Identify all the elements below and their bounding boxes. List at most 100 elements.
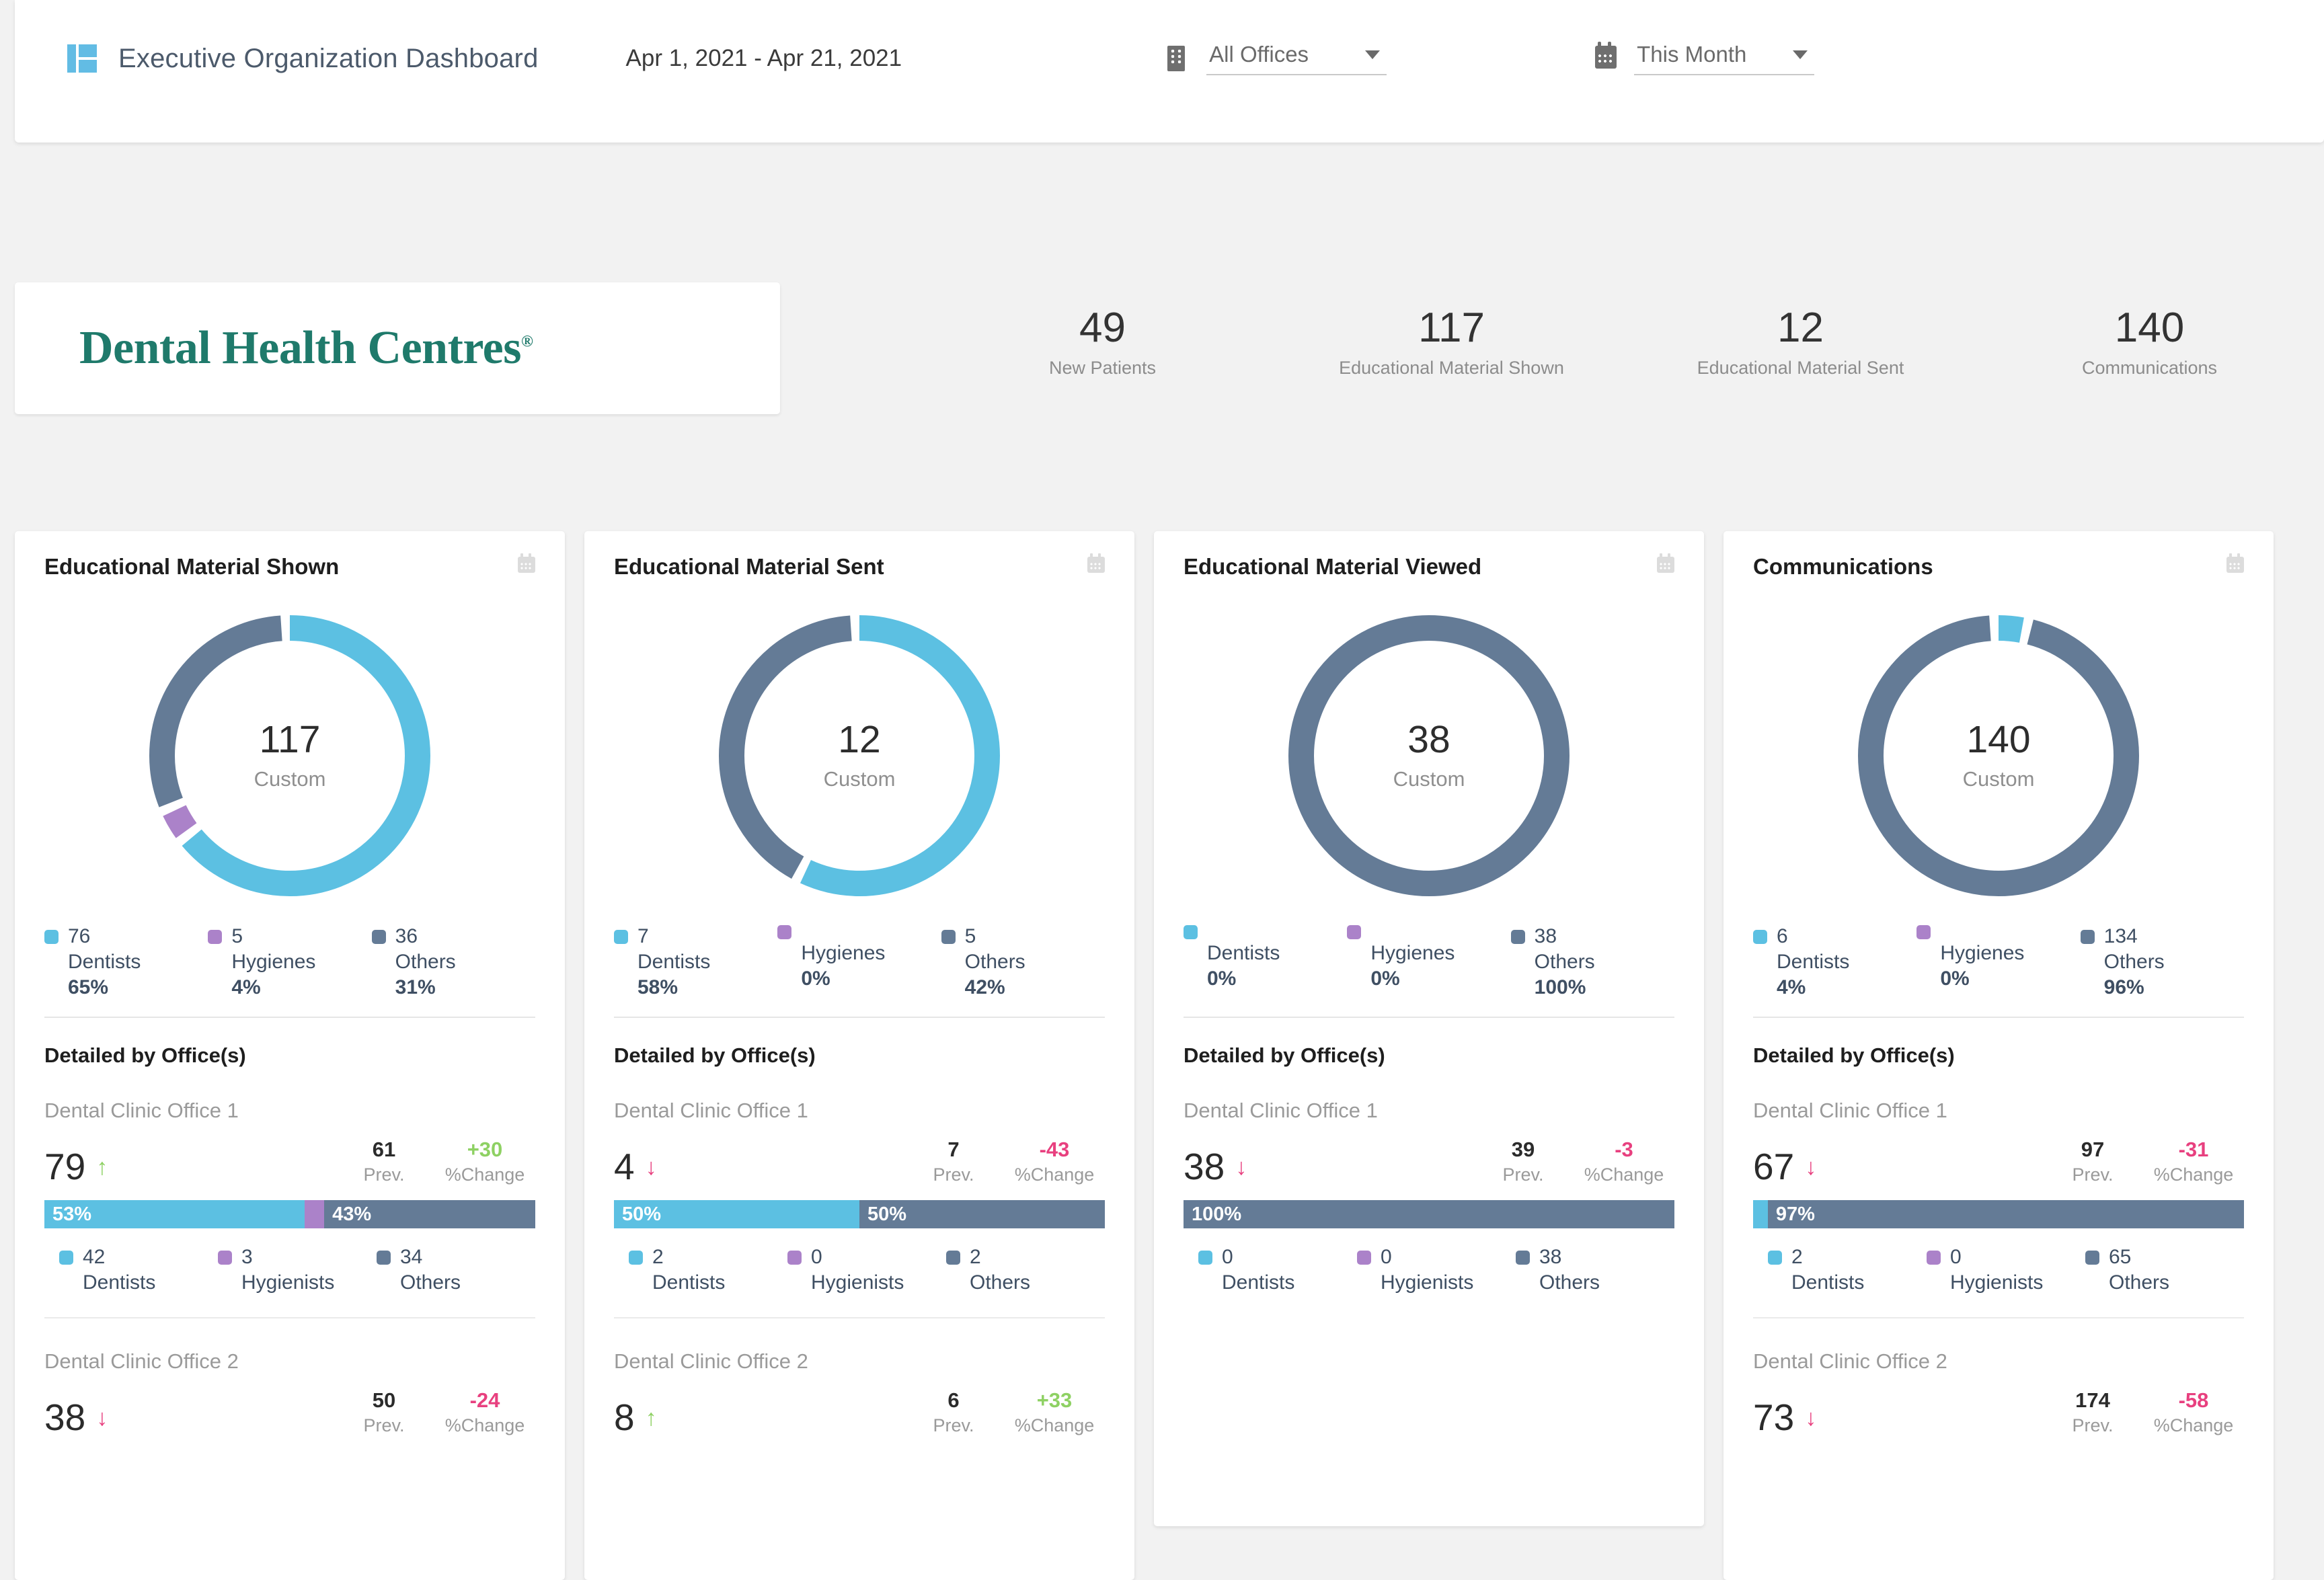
legend-swatch xyxy=(941,929,956,944)
legend-label: Dentists xyxy=(1222,1271,1295,1294)
kpi-label: Educational Material Sent xyxy=(1697,358,1904,379)
kpi-label: New Patients xyxy=(1048,358,1157,379)
metric-card: Communications 140 Custom 6 Dentists 4% Hygien… xyxy=(1723,531,2274,1580)
legend-label: Hygienists xyxy=(1950,1271,2044,1294)
card-header: Educational Material Sent xyxy=(614,553,1105,580)
legend-count: 42 xyxy=(83,1246,106,1268)
legend-swatch xyxy=(1510,929,1525,944)
divider xyxy=(44,1317,535,1318)
office-select[interactable]: All Offices xyxy=(1206,42,1387,75)
legend-count: 38 xyxy=(1539,1246,1562,1268)
period-select-value: This Month xyxy=(1637,42,1747,67)
office-prev-label: Prev. xyxy=(1502,1164,1544,1185)
legend-swatch xyxy=(777,925,792,939)
kpi-item: 12 Educational Material Sent xyxy=(1626,306,1975,379)
donut-chart: 140 Custom xyxy=(1753,604,2244,908)
office-name: Dental Clinic Office 2 xyxy=(1753,1349,1947,1373)
office-prev-label: Prev. xyxy=(933,1415,974,1435)
page-title: Executive Organization Dashboard xyxy=(118,43,539,73)
office-breakdown-bar: 100% xyxy=(1184,1200,1674,1228)
divider xyxy=(1184,1017,1674,1018)
detail-section-title: Detailed by Office(s) xyxy=(1184,1043,1385,1067)
legend-count: 0 xyxy=(1381,1246,1392,1268)
donut-total: 140 xyxy=(1966,717,2031,761)
office-legend-item: 2 Dentists xyxy=(629,1246,787,1294)
office-legend-item: 0 Dentists xyxy=(1198,1246,1357,1294)
office-block: Dental Clinic Office 1 4 ↓ 7 Prev. -43 %Change… xyxy=(614,1099,1105,1318)
legend-label: Others xyxy=(1534,951,1595,973)
legend-item: 36 Others 31% xyxy=(371,925,535,999)
brand-logo-card: Dental Health Centres® xyxy=(15,282,780,414)
office-block: Dental Clinic Office 2 73 ↓ 174 Prev. -58 %Cha… xyxy=(1753,1349,2244,1436)
card-header: Communications xyxy=(1753,553,2244,580)
legend-percent: 0% xyxy=(1370,967,1400,990)
legend-count: 2 xyxy=(1791,1246,1803,1268)
legend-label: Hygienes xyxy=(801,942,886,964)
office-block: Dental Clinic Office 1 38 ↓ 39 Prev. -3 %Chang… xyxy=(1184,1099,1674,1294)
trend-up-icon: ↑ xyxy=(96,1154,108,1180)
legend-swatch xyxy=(1916,925,1931,939)
period-filter[interactable]: This Month xyxy=(1595,42,1815,75)
donut-center-label: 12 Custom xyxy=(707,604,1011,908)
trend-down-icon: ↓ xyxy=(1235,1154,1247,1180)
bar-segment xyxy=(304,1200,325,1228)
donut-subtitle: Custom xyxy=(1962,766,2035,791)
period-select[interactable]: This Month xyxy=(1634,42,1815,75)
legend-label: Others xyxy=(395,951,456,973)
legend-item: 6 Dentists 4% xyxy=(1753,925,1916,999)
donut-total: 38 xyxy=(1407,717,1450,761)
office-change-label: %Change xyxy=(1584,1164,1664,1185)
office-prev-label: Prev. xyxy=(363,1164,405,1185)
legend-swatch xyxy=(1927,1250,1941,1265)
legend-item: Hygienes 0% xyxy=(1347,925,1510,999)
legend-swatch xyxy=(1347,925,1362,939)
trademark-symbol: ® xyxy=(521,333,533,351)
legend-percent: 4% xyxy=(1777,976,1806,998)
office-legend: 42 Dentists 3 Hygienists 34 Others xyxy=(44,1246,535,1294)
office-select-value: All Offices xyxy=(1209,42,1309,67)
legend-label: Others xyxy=(964,951,1025,973)
calendar-icon[interactable] xyxy=(1087,553,1105,573)
legend-percent: 0% xyxy=(801,967,830,990)
legend-item: 7 Dentists 58% xyxy=(614,925,777,999)
legend-count: 3 xyxy=(241,1246,253,1268)
office-breakdown-bar: 50% 50% xyxy=(614,1200,1105,1228)
legend-label: Others xyxy=(1539,1271,1600,1294)
donut-legend: Dentists 0% Hygienes 0% 38 Others 100% xyxy=(1184,925,1674,999)
office-value: 38 xyxy=(1184,1146,1225,1187)
donut-center-label: 38 Custom xyxy=(1277,604,1581,908)
trend-down-icon: ↓ xyxy=(96,1405,108,1431)
legend-count: 0 xyxy=(811,1246,822,1268)
donut-ring: 12 Custom xyxy=(707,604,1011,908)
legend-count: 7 xyxy=(637,925,649,947)
office-stats-row: 67 ↓ 97 Prev. -31 %Change xyxy=(1753,1138,2244,1185)
card-title: Educational Material Viewed xyxy=(1184,554,1482,579)
legend-count: 36 xyxy=(395,925,418,947)
office-stats-row: 79 ↑ 61 Prev. +30 %Change xyxy=(44,1138,535,1185)
calendar-icon[interactable] xyxy=(2226,553,2244,573)
calendar-icon[interactable] xyxy=(518,553,535,573)
legend-count: 5 xyxy=(231,925,243,947)
calendar-icon[interactable] xyxy=(1657,553,1674,573)
donut-ring: 140 Custom xyxy=(1847,604,2151,908)
legend-swatch xyxy=(1357,1250,1371,1265)
metric-cards-row: Educational Material Shown 117 Custom 76 Den… xyxy=(15,531,2324,1580)
legend-item: 5 Hygienes 4% xyxy=(208,925,371,999)
office-change-value: -31 xyxy=(2178,1138,2209,1161)
donut-ring: 117 Custom xyxy=(138,604,442,908)
office-legend-item: 42 Dentists xyxy=(59,1246,218,1294)
office-prev-value: 6 xyxy=(947,1388,960,1412)
office-name: Dental Clinic Office 1 xyxy=(1184,1099,1378,1122)
office-change-label: %Change xyxy=(444,1415,525,1435)
office-value: 73 xyxy=(1753,1396,1795,1438)
divider xyxy=(1753,1017,2244,1018)
office-value: 8 xyxy=(614,1396,635,1438)
bar-segment: 53% xyxy=(44,1200,305,1228)
legend-label: Dentists xyxy=(652,1271,726,1294)
office-filter[interactable]: All Offices xyxy=(1167,42,1387,75)
office-stats-row: 8 ↑ 6 Prev. +33 %Change xyxy=(614,1388,1105,1436)
legend-label: Hygienes xyxy=(1370,942,1455,964)
office-legend-item: 65 Others xyxy=(2085,1246,2244,1294)
legend-swatch xyxy=(1198,1250,1212,1265)
card-title: Communications xyxy=(1753,554,1933,579)
